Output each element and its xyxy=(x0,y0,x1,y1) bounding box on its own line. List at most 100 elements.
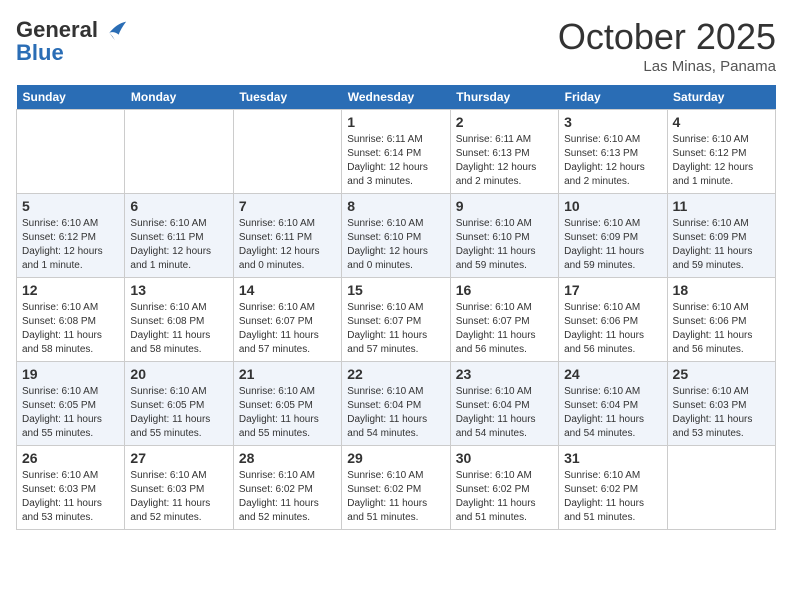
day-info: Sunrise: 6:10 AM Sunset: 6:05 PM Dayligh… xyxy=(130,385,227,441)
col-header-thursday: Thursday xyxy=(450,85,558,110)
calendar-week-3: 12 Sunrise: 6:10 AM Sunset: 6:08 PM Dayli… xyxy=(17,278,776,362)
day-number: 26 xyxy=(22,450,119,466)
col-header-friday: Friday xyxy=(559,85,667,110)
calendar-cell: 9 Sunrise: 6:10 AM Sunset: 6:10 PM Daylig… xyxy=(450,194,558,278)
calendar-cell: 24Sunrise: 6:10 AM Sunset: 6:04 PM Dayli… xyxy=(559,362,667,446)
day-info: Sunrise: 6:10 AM Sunset: 6:06 PM Dayligh… xyxy=(564,301,661,357)
day-info: Sunrise: 6:10 AM Sunset: 6:07 PM Dayligh… xyxy=(456,301,553,357)
day-number: 14 xyxy=(239,282,336,298)
calendar-cell: 3 Sunrise: 6:10 AM Sunset: 6:13 PM Daylig… xyxy=(559,110,667,194)
calendar-cell: 11 Sunrise: 6:10 AM Sunset: 6:09 PM Dayli… xyxy=(667,194,775,278)
calendar-cell: 5 Sunrise: 6:10 AM Sunset: 6:12 PM Daylig… xyxy=(17,194,125,278)
day-number: 15 xyxy=(347,282,444,298)
calendar-cell: 27 Sunrise: 6:10 AM Sunset: 6:03 PM Dayli… xyxy=(125,446,233,530)
page-header: General Blue October 2025 Las Minas, Pan… xyxy=(16,16,776,75)
calendar-cell: 8 Sunrise: 6:10 AM Sunset: 6:10 PM Daylig… xyxy=(342,194,450,278)
calendar-cell xyxy=(17,110,125,194)
day-info: Sunrise: 6:10 AM Sunset: 6:04 PM Dayligh… xyxy=(347,385,444,441)
day-info: Sunrise: 6:10 AM Sunset: 6:07 PM Dayligh… xyxy=(239,301,336,357)
day-info: Sunrise: 6:10 AM Sunset: 6:02 PM Dayligh… xyxy=(456,469,553,525)
day-info: Sunrise: 6:10 AM Sunset: 6:10 PM Dayligh… xyxy=(347,217,444,273)
title-block: October 2025 Las Minas, Panama xyxy=(558,16,776,75)
day-info: Sunrise: 6:10 AM Sunset: 6:03 PM Dayligh… xyxy=(673,385,770,441)
calendar-cell: 10 Sunrise: 6:10 AM Sunset: 6:09 PM Dayli… xyxy=(559,194,667,278)
calendar-cell: 14 Sunrise: 6:10 AM Sunset: 6:07 PM Dayli… xyxy=(233,278,341,362)
day-info: Sunrise: 6:10 AM Sunset: 6:12 PM Dayligh… xyxy=(673,133,770,189)
col-header-tuesday: Tuesday xyxy=(233,85,341,110)
logo-bird-icon xyxy=(100,16,128,44)
calendar-header-row: SundayMondayTuesdayWednesdayThursdayFrid… xyxy=(17,85,776,110)
calendar-cell: 7Sunrise: 6:10 AM Sunset: 6:11 PM Daylig… xyxy=(233,194,341,278)
calendar-cell: 22Sunrise: 6:10 AM Sunset: 6:04 PM Dayli… xyxy=(342,362,450,446)
day-info: Sunrise: 6:10 AM Sunset: 6:06 PM Dayligh… xyxy=(673,301,770,357)
calendar-cell: 15 Sunrise: 6:10 AM Sunset: 6:07 PM Dayli… xyxy=(342,278,450,362)
day-number: 27 xyxy=(130,450,227,466)
day-number: 29 xyxy=(347,450,444,466)
logo: General Blue xyxy=(16,16,128,66)
day-number: 9 xyxy=(456,198,553,214)
calendar-cell: 12 Sunrise: 6:10 AM Sunset: 6:08 PM Dayli… xyxy=(17,278,125,362)
day-number: 21 xyxy=(239,366,336,382)
day-info: Sunrise: 6:10 AM Sunset: 6:04 PM Dayligh… xyxy=(456,385,553,441)
day-info: Sunrise: 6:10 AM Sunset: 6:10 PM Dayligh… xyxy=(456,217,553,273)
day-number: 10 xyxy=(564,198,661,214)
calendar-cell: 26Sunrise: 6:10 AM Sunset: 6:03 PM Dayli… xyxy=(17,446,125,530)
day-info: Sunrise: 6:10 AM Sunset: 6:08 PM Dayligh… xyxy=(22,301,119,357)
day-info: Sunrise: 6:10 AM Sunset: 6:07 PM Dayligh… xyxy=(347,301,444,357)
calendar-cell: 13Sunrise: 6:10 AM Sunset: 6:08 PM Dayli… xyxy=(125,278,233,362)
day-number: 17 xyxy=(564,282,661,298)
day-number: 8 xyxy=(347,198,444,214)
calendar-cell: 19 Sunrise: 6:10 AM Sunset: 6:05 PM Dayli… xyxy=(17,362,125,446)
day-info: Sunrise: 6:10 AM Sunset: 6:13 PM Dayligh… xyxy=(564,133,661,189)
calendar-week-1: 1 Sunrise: 6:11 AM Sunset: 6:14 PM Daylig… xyxy=(17,110,776,194)
day-number: 23 xyxy=(456,366,553,382)
day-number: 2 xyxy=(456,114,553,130)
location-subtitle: Las Minas, Panama xyxy=(558,58,776,75)
col-header-sunday: Sunday xyxy=(17,85,125,110)
calendar-cell: 6 Sunrise: 6:10 AM Sunset: 6:11 PM Daylig… xyxy=(125,194,233,278)
col-header-wednesday: Wednesday xyxy=(342,85,450,110)
day-info: Sunrise: 6:10 AM Sunset: 6:09 PM Dayligh… xyxy=(673,217,770,273)
day-info: Sunrise: 6:10 AM Sunset: 6:02 PM Dayligh… xyxy=(347,469,444,525)
day-number: 4 xyxy=(673,114,770,130)
day-info: Sunrise: 6:10 AM Sunset: 6:12 PM Dayligh… xyxy=(22,217,119,273)
day-number: 19 xyxy=(22,366,119,382)
calendar-cell: 29 Sunrise: 6:10 AM Sunset: 6:02 PM Dayli… xyxy=(342,446,450,530)
day-info: Sunrise: 6:10 AM Sunset: 6:03 PM Dayligh… xyxy=(130,469,227,525)
calendar-cell: 25 Sunrise: 6:10 AM Sunset: 6:03 PM Dayli… xyxy=(667,362,775,446)
day-number: 11 xyxy=(673,198,770,214)
day-number: 18 xyxy=(673,282,770,298)
day-info: Sunrise: 6:10 AM Sunset: 6:08 PM Dayligh… xyxy=(130,301,227,357)
calendar-cell: 16 Sunrise: 6:10 AM Sunset: 6:07 PM Dayli… xyxy=(450,278,558,362)
day-info: Sunrise: 6:11 AM Sunset: 6:14 PM Dayligh… xyxy=(347,133,444,189)
calendar-week-5: 26 Sunrise: 6:10 AM Sunset: 6:03 PM Dayli… xyxy=(17,446,776,530)
day-info: Sunrise: 6:10 AM Sunset: 6:09 PM Dayligh… xyxy=(564,217,661,273)
month-title: October 2025 xyxy=(558,16,776,58)
day-info: Sunrise: 6:10 AM Sunset: 6:05 PM Dayligh… xyxy=(22,385,119,441)
day-number: 12 xyxy=(22,282,119,298)
day-number: 24 xyxy=(564,366,661,382)
day-number: 28 xyxy=(239,450,336,466)
calendar-cell: 23 Sunrise: 6:10 AM Sunset: 6:04 PM Dayli… xyxy=(450,362,558,446)
calendar-cell: 2 Sunrise: 6:11 AM Sunset: 6:13 PM Daylig… xyxy=(450,110,558,194)
calendar-cell: 1 Sunrise: 6:11 AM Sunset: 6:14 PM Daylig… xyxy=(342,110,450,194)
day-info: Sunrise: 6:10 AM Sunset: 6:05 PM Dayligh… xyxy=(239,385,336,441)
calendar-cell: 28Sunrise: 6:10 AM Sunset: 6:02 PM Dayli… xyxy=(233,446,341,530)
day-number: 30 xyxy=(456,450,553,466)
day-number: 16 xyxy=(456,282,553,298)
col-header-monday: Monday xyxy=(125,85,233,110)
day-info: Sunrise: 6:11 AM Sunset: 6:13 PM Dayligh… xyxy=(456,133,553,189)
calendar-cell: 21 Sunrise: 6:10 AM Sunset: 6:05 PM Dayli… xyxy=(233,362,341,446)
calendar-cell xyxy=(667,446,775,530)
day-number: 5 xyxy=(22,198,119,214)
calendar-cell: 18 Sunrise: 6:10 AM Sunset: 6:06 PM Dayli… xyxy=(667,278,775,362)
day-number: 25 xyxy=(673,366,770,382)
day-number: 1 xyxy=(347,114,444,130)
day-number: 31 xyxy=(564,450,661,466)
calendar-cell xyxy=(233,110,341,194)
day-number: 3 xyxy=(564,114,661,130)
col-header-saturday: Saturday xyxy=(667,85,775,110)
calendar-cell: 20Sunrise: 6:10 AM Sunset: 6:05 PM Dayli… xyxy=(125,362,233,446)
day-info: Sunrise: 6:10 AM Sunset: 6:11 PM Dayligh… xyxy=(130,217,227,273)
day-number: 6 xyxy=(130,198,227,214)
